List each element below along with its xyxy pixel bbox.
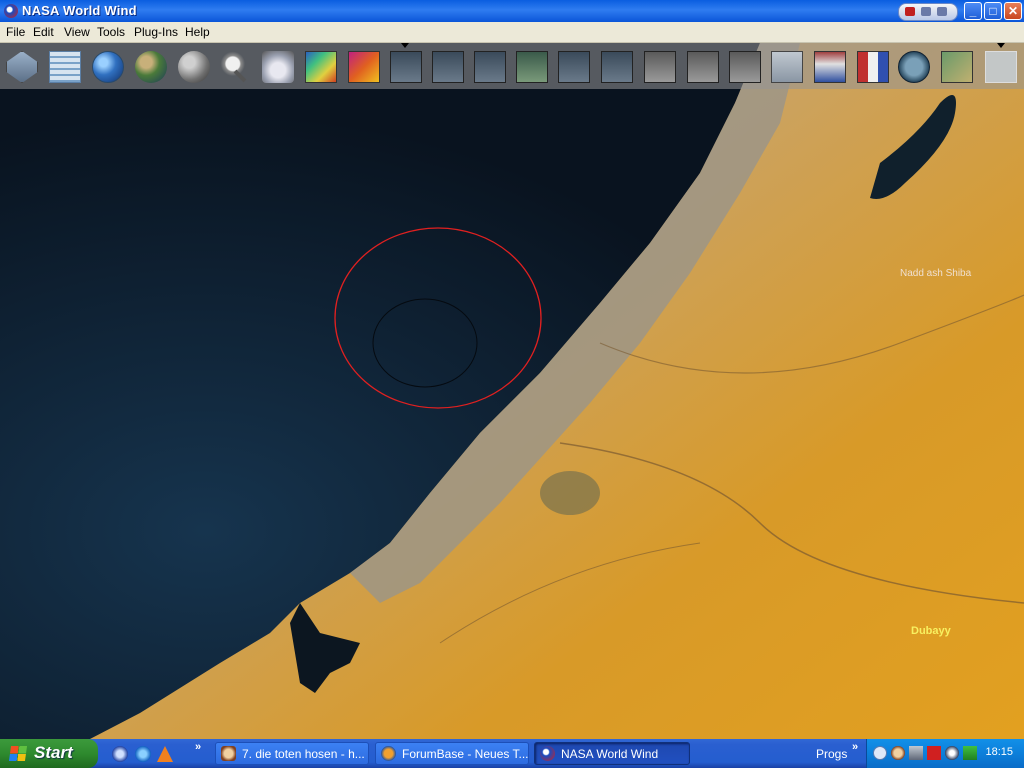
- task-button-music[interactable]: 7. die toten hosen - h...: [215, 742, 369, 765]
- task-label: NASA World Wind: [561, 747, 659, 761]
- menu-view[interactable]: View: [64, 25, 90, 39]
- winamp-tray-icon[interactable]: [891, 746, 905, 760]
- landmarks-button[interactable]: [898, 51, 930, 83]
- minimize-button[interactable]: _: [964, 2, 982, 20]
- place-finder-button[interactable]: [220, 51, 252, 83]
- usgs-ortho-button[interactable]: [644, 51, 676, 83]
- globe-tray-icon[interactable]: [945, 746, 959, 760]
- settings-icon: [937, 7, 947, 16]
- place-bar-button[interactable]: [941, 51, 973, 83]
- menu-tools[interactable]: Tools: [97, 25, 125, 39]
- lat-lon-grid-button[interactable]: [49, 51, 81, 83]
- task-button-world-wind[interactable]: NASA World Wind: [534, 742, 690, 765]
- nasa-icon: [4, 4, 18, 18]
- vlc-icon[interactable]: [157, 746, 173, 762]
- dropdown-arrow-icon: [401, 43, 409, 48]
- clock[interactable]: 18:15: [985, 746, 1013, 758]
- world-globe-button[interactable]: [92, 51, 124, 83]
- usgs-boundaries-button[interactable]: [771, 51, 803, 83]
- place-label-nadd-ash-shiba: Nadd ash Shiba: [900, 268, 972, 279]
- network-icon[interactable]: [909, 746, 923, 760]
- menu-plug-ins[interactable]: Plug-Ins: [134, 25, 178, 39]
- layer-toolbar: [0, 43, 1024, 89]
- progs-toolbar-label[interactable]: Progs: [816, 747, 847, 761]
- globe-map-view[interactable]: Nadd ash Shiba Dubayy: [0, 43, 1024, 739]
- flags-button[interactable]: [857, 51, 889, 83]
- windows-logo-icon: [8, 746, 28, 761]
- rapid-fire-modis-button[interactable]: [262, 51, 294, 83]
- lakes-feature: [540, 471, 600, 515]
- usgs-topo-button[interactable]: [729, 51, 761, 83]
- task-button-forumbase[interactable]: ForumBase - Neues T...: [375, 742, 529, 765]
- landsat-pseudo-button[interactable]: [601, 51, 633, 83]
- display-icon: [921, 7, 931, 16]
- thermal-button[interactable]: [348, 51, 380, 83]
- moon-button[interactable]: [178, 51, 210, 83]
- task-label: 7. die toten hosen - h...: [242, 747, 365, 761]
- landsat-visible-3-button[interactable]: [558, 51, 590, 83]
- task-label: ForumBase - Neues T...: [402, 747, 529, 761]
- landsat-pan-2-button[interactable]: [474, 51, 506, 83]
- nasa-icon: [540, 746, 555, 761]
- maximize-button[interactable]: □: [984, 2, 1002, 20]
- dropdown-arrow-icon: [997, 43, 1005, 48]
- landsat-pan-button[interactable]: [432, 51, 464, 83]
- taskbar: Start » 7. die toten hosen - h... ForumB…: [0, 739, 1024, 768]
- title-bar[interactable]: NASA World Wind _ □ ✕: [0, 0, 1024, 22]
- zonealarm-icon[interactable]: [927, 746, 941, 760]
- start-button[interactable]: Start: [0, 739, 98, 768]
- quicklaunch-chevron-icon[interactable]: »: [195, 741, 201, 753]
- nvidia-tray-widget[interactable]: [898, 3, 958, 21]
- progs-chevron-icon[interactable]: »: [852, 741, 858, 753]
- record-icon: [905, 7, 915, 16]
- menu-file[interactable]: File: [6, 25, 25, 39]
- layer-manager-button[interactable]: [6, 51, 38, 83]
- window-title: NASA World Wind: [22, 3, 137, 18]
- modis-button[interactable]: [305, 51, 337, 83]
- close-button[interactable]: ✕: [1004, 2, 1022, 20]
- placenames-button[interactable]: [814, 51, 846, 83]
- usgs-urban-button[interactable]: [687, 51, 719, 83]
- menu-edit[interactable]: Edit: [33, 25, 54, 39]
- winamp-icon: [221, 746, 236, 761]
- earth-button[interactable]: [135, 51, 167, 83]
- tray-expand-icon[interactable]: [873, 746, 887, 760]
- internet-explorer-icon[interactable]: [135, 746, 151, 762]
- firefox-icon: [381, 746, 396, 761]
- navigation-button[interactable]: [985, 51, 1017, 83]
- menu-bar: File Edit View Tools Plug-Ins Help: [0, 22, 1024, 43]
- quicklaunch-app-icon[interactable]: [112, 746, 128, 762]
- menu-help[interactable]: Help: [185, 25, 210, 39]
- landsat-visible-button[interactable]: [390, 51, 422, 83]
- status-tray-icon[interactable]: [963, 746, 977, 760]
- system-tray: 18:15: [866, 739, 1024, 768]
- start-label: Start: [34, 743, 73, 762]
- place-label-dubayy: Dubayy: [911, 625, 951, 637]
- satellite-imagery: [0, 43, 1024, 739]
- landsat-visible-2-button[interactable]: [516, 51, 548, 83]
